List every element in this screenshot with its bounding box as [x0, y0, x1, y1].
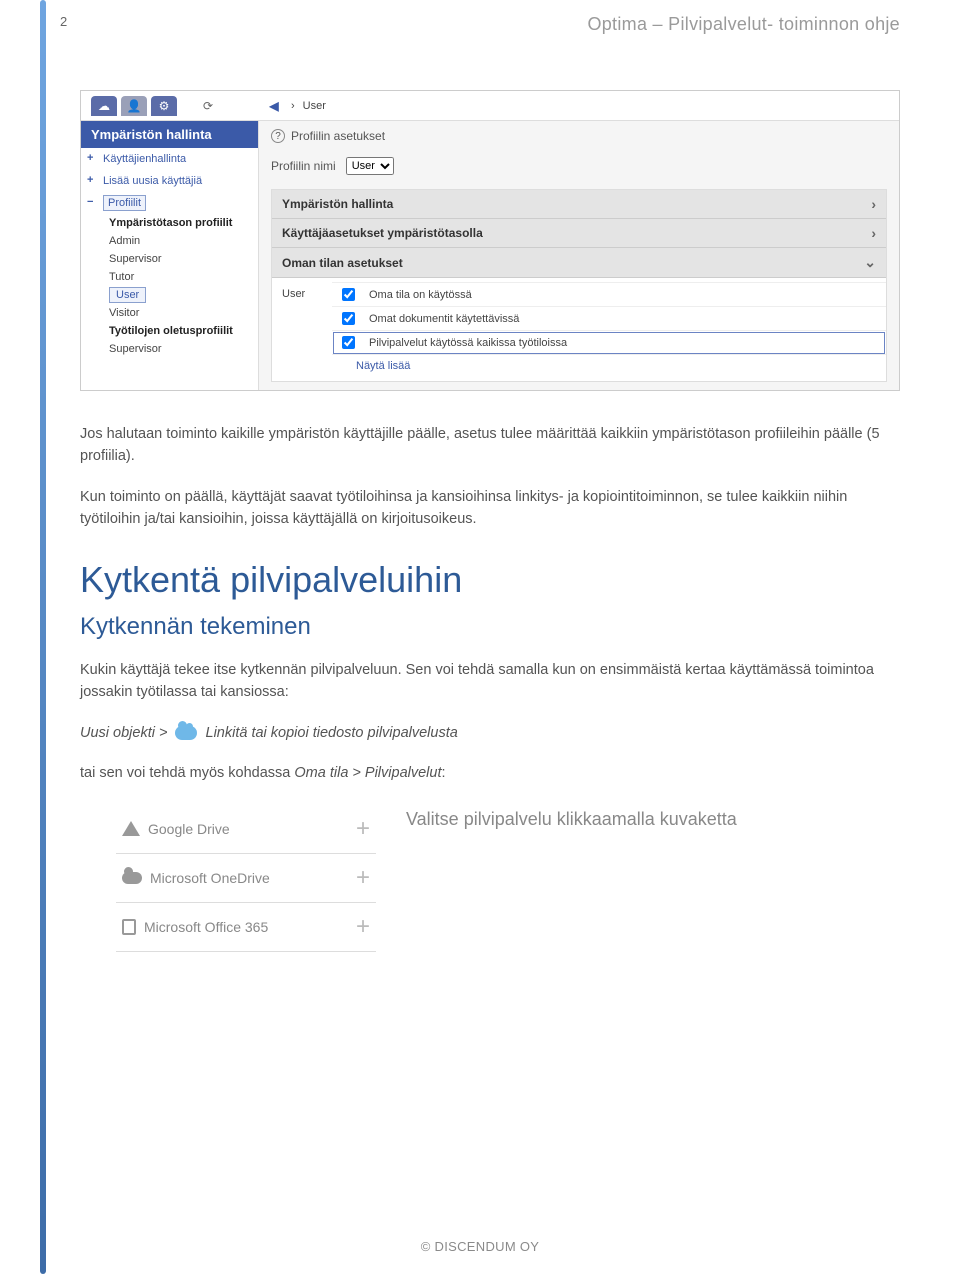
plus-icon[interactable]: +: [356, 815, 370, 843]
profile-name-label: Profiilin nimi: [271, 159, 336, 173]
acc-ymparisto[interactable]: Ympäristön hallinta›: [272, 190, 886, 219]
office-icon: [122, 919, 136, 935]
help-icon[interactable]: ?: [271, 129, 285, 143]
sidebar-item-kayttajienhallinta[interactable]: +Käyttäjienhallinta: [81, 148, 258, 170]
ui-screenshot: ☁ 👤 ⚙ ⟳ ◀ › User Ympäristön hallinta +Kä…: [80, 90, 900, 391]
page-number: 2: [60, 14, 67, 29]
acc-kayttaja[interactable]: Käyttäjäasetukset ympäristötasolla›: [272, 219, 886, 248]
profile-name-select[interactable]: User: [346, 157, 394, 175]
chk-pilvipalvelut[interactable]: [342, 336, 355, 349]
sidebar: Ympäristön hallinta +Käyttäjienhallinta …: [81, 121, 259, 390]
sidebar-sub-user[interactable]: User: [81, 286, 258, 304]
sidebar-sub-supervisor2[interactable]: Supervisor: [81, 340, 258, 358]
gear-icon[interactable]: ⚙: [151, 96, 177, 116]
sidebar-group2-title: Työtilojen oletusprofiilit: [81, 322, 258, 340]
user-icon[interactable]: 👤: [121, 96, 147, 116]
paragraph-1: Jos halutaan toiminto kaikille ympäristö…: [80, 423, 900, 468]
cloud-item-gdrive[interactable]: Google Drive +: [116, 805, 376, 854]
sidebar-title: Ympäristön hallinta: [81, 121, 258, 148]
footer: © DISCENDUM OY: [0, 1239, 960, 1254]
document-title: Optima – Pilvipalvelut- toiminnon ohje: [587, 14, 900, 35]
sidebar-item-profiilit[interactable]: −Profiilit: [81, 192, 258, 214]
cloud-services-block: Google Drive + Microsoft OneDrive + Micr…: [80, 805, 900, 952]
main-panel: ? Profiilin asetukset Profiilin nimi Use…: [259, 121, 899, 390]
show-more-link[interactable]: Näytä lisää: [272, 355, 886, 377]
cloud-item-onedrive[interactable]: Microsoft OneDrive +: [116, 854, 376, 903]
back-icon[interactable]: ◀: [261, 97, 287, 115]
chk-omat-dokumentit[interactable]: [342, 312, 355, 325]
section-h2: Kytkennän tekeminen: [80, 613, 900, 641]
paragraph-3: Kukin käyttäjä tekee itse kytkennän pilv…: [80, 659, 900, 704]
sidebar-group1-title: Ympäristötason profiilit: [81, 214, 258, 232]
cloud-item-office365[interactable]: Microsoft Office 365 +: [116, 903, 376, 952]
sidebar-sub-visitor[interactable]: Visitor: [81, 304, 258, 322]
chk-row-pilvipalvelut: Pilvipalvelut käytössä kaikissa työtiloi…: [332, 331, 886, 355]
gdrive-icon: [122, 821, 140, 836]
refresh-icon[interactable]: ⟳: [195, 97, 221, 115]
onedrive-icon: [122, 872, 142, 884]
sidebar-sub-tutor[interactable]: Tutor: [81, 268, 258, 286]
breadcrumb-sep: ›: [291, 100, 295, 112]
accordion: Ympäristön hallinta› Käyttäjäasetukset y…: [271, 189, 887, 382]
paragraph-4: tai sen voi tehdä myös kohdassa Oma tila…: [80, 762, 900, 784]
cloud-icon[interactable]: ☁: [91, 96, 117, 116]
paragraph-2: Kun toiminto on päällä, käyttäjät saavat…: [80, 486, 900, 531]
left-accent-rule: [40, 0, 46, 1274]
cloud-icon: [175, 726, 197, 740]
section-h1: Kytkentä pilvipalveluihin: [80, 559, 900, 601]
sidebar-sub-admin[interactable]: Admin: [81, 232, 258, 250]
ui-topbar: ☁ 👤 ⚙ ⟳ ◀ › User: [81, 91, 899, 121]
path-line: Uusi objekti > Linkitä tai kopioi tiedos…: [80, 722, 900, 744]
chk-oma-tila[interactable]: [342, 288, 355, 301]
cloud-hint: Valitse pilvipalvelu klikkaamalla kuvake…: [406, 805, 900, 830]
sidebar-item-lisaa-uusia[interactable]: +Lisää uusia käyttäjiä: [81, 170, 258, 192]
profile-name-row: Profiilin nimi User: [271, 157, 887, 175]
plus-icon[interactable]: +: [356, 913, 370, 941]
acc-oman-tilan[interactable]: Oman tilan asetukset⌄: [272, 248, 886, 278]
sidebar-sub-supervisor[interactable]: Supervisor: [81, 250, 258, 268]
chk-row-omat-dokumentit: Omat dokumentit käytettävissä: [332, 307, 886, 331]
plus-icon[interactable]: +: [356, 864, 370, 892]
profile-settings-row: ? Profiilin asetukset: [271, 129, 887, 143]
chk-row-oma-tila: Oma tila on käytössä: [332, 283, 886, 307]
acc-user-label: User: [272, 282, 332, 306]
breadcrumb[interactable]: User: [303, 100, 326, 112]
